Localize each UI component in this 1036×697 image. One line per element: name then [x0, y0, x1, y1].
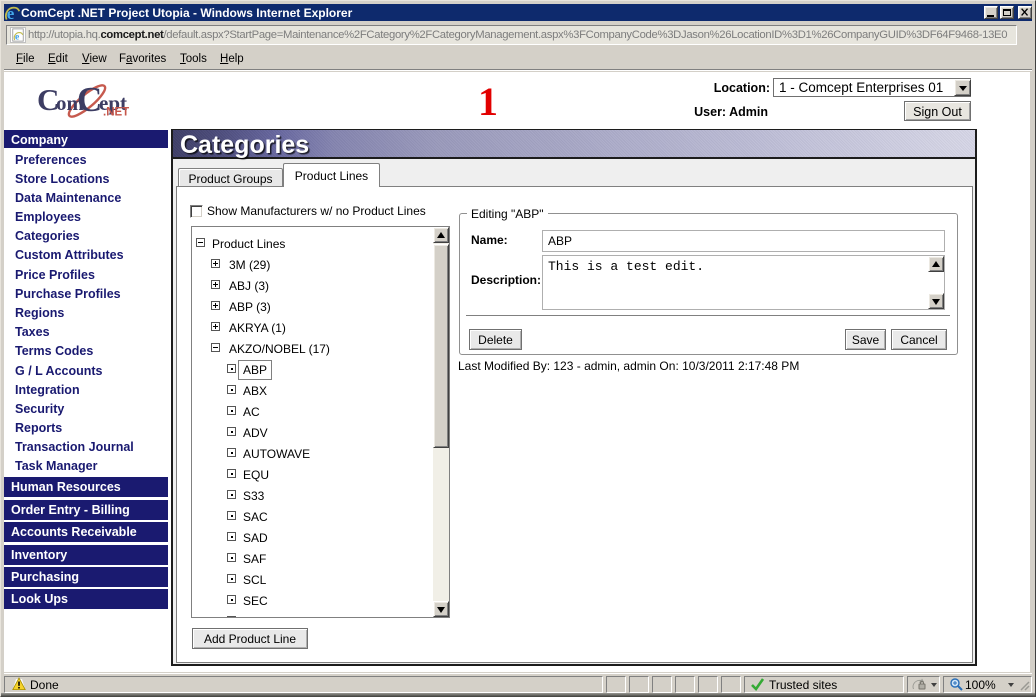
svg-text:.NET: .NET [103, 107, 129, 119]
